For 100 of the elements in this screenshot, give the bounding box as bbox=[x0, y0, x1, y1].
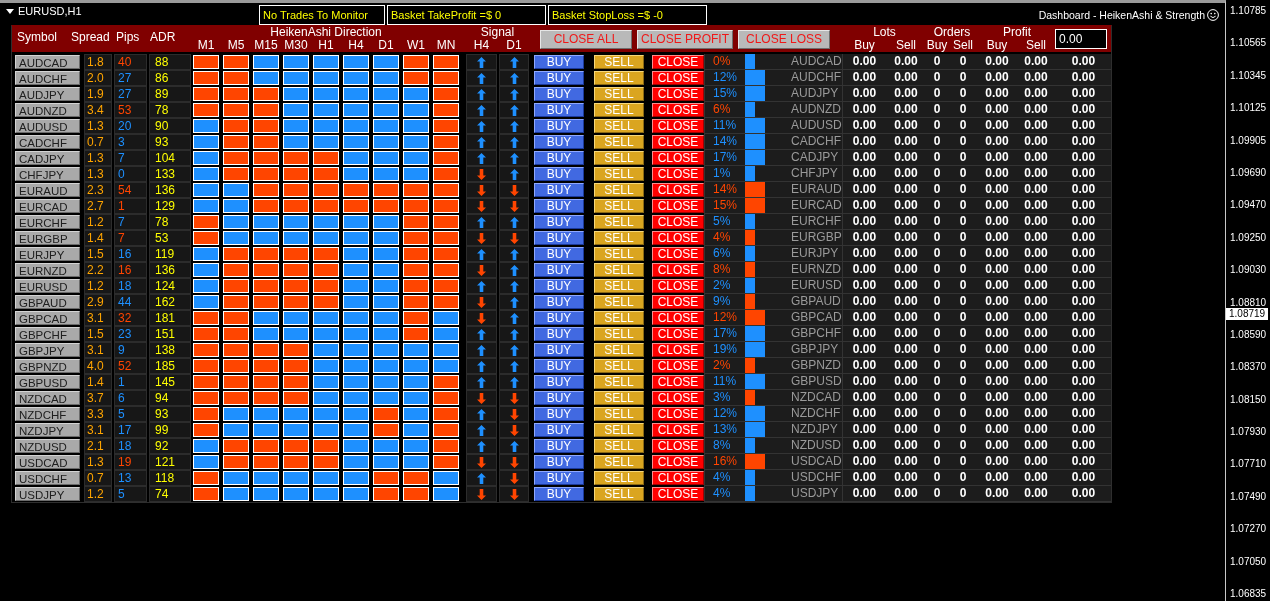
sell-button[interactable]: SELL bbox=[594, 391, 644, 405]
close-button[interactable]: CLOSE bbox=[652, 263, 704, 277]
sell-button[interactable]: SELL bbox=[594, 119, 644, 133]
close-button[interactable]: CLOSE bbox=[652, 103, 704, 117]
symbol-button[interactable]: EURGBP bbox=[15, 231, 80, 245]
buy-button[interactable]: BUY bbox=[534, 263, 584, 277]
close-profit-button[interactable]: CLOSE PROFIT bbox=[637, 29, 733, 49]
close-button[interactable]: CLOSE bbox=[652, 487, 704, 501]
close-button[interactable]: CLOSE bbox=[652, 215, 704, 229]
buy-button[interactable]: BUY bbox=[534, 343, 584, 357]
sell-button[interactable]: SELL bbox=[594, 55, 644, 69]
close-button[interactable]: CLOSE bbox=[652, 359, 704, 373]
close-button[interactable]: CLOSE bbox=[652, 199, 704, 213]
buy-button[interactable]: BUY bbox=[534, 135, 584, 149]
symbol-button[interactable]: AUDNZD bbox=[15, 103, 80, 117]
close-button[interactable]: CLOSE bbox=[652, 455, 704, 469]
sell-button[interactable]: SELL bbox=[594, 407, 644, 421]
close-loss-button[interactable]: CLOSE LOSS bbox=[738, 29, 830, 49]
close-button[interactable]: CLOSE bbox=[652, 391, 704, 405]
symbol-button[interactable]: EURUSD bbox=[15, 279, 80, 293]
symbol-button[interactable]: USDJPY bbox=[15, 487, 80, 501]
close-button[interactable]: CLOSE bbox=[652, 407, 704, 421]
sell-button[interactable]: SELL bbox=[594, 135, 644, 149]
sell-button[interactable]: SELL bbox=[594, 247, 644, 261]
buy-button[interactable]: BUY bbox=[534, 359, 584, 373]
symbol-button[interactable]: USDCHF bbox=[15, 471, 80, 485]
sell-button[interactable]: SELL bbox=[594, 487, 644, 501]
symbol-button[interactable]: EURCHF bbox=[15, 215, 80, 229]
sell-button[interactable]: SELL bbox=[594, 359, 644, 373]
buy-button[interactable]: BUY bbox=[534, 87, 584, 101]
buy-button[interactable]: BUY bbox=[534, 279, 584, 293]
buy-button[interactable]: BUY bbox=[534, 311, 584, 325]
buy-button[interactable]: BUY bbox=[534, 487, 584, 501]
symbol-button[interactable]: CADCHF bbox=[15, 135, 80, 149]
sell-button[interactable]: SELL bbox=[594, 215, 644, 229]
close-button[interactable]: CLOSE bbox=[652, 135, 704, 149]
close-all-button[interactable]: CLOSE ALL bbox=[540, 29, 632, 49]
buy-button[interactable]: BUY bbox=[534, 455, 584, 469]
symbol-button[interactable]: AUDJPY bbox=[15, 87, 80, 101]
sell-button[interactable]: SELL bbox=[594, 295, 644, 309]
symbol-button[interactable]: CADJPY bbox=[15, 151, 80, 165]
close-button[interactable]: CLOSE bbox=[652, 295, 704, 309]
symbol-button[interactable]: GBPCAD bbox=[15, 311, 80, 325]
close-button[interactable]: CLOSE bbox=[652, 87, 704, 101]
close-button[interactable]: CLOSE bbox=[652, 151, 704, 165]
buy-button[interactable]: BUY bbox=[534, 151, 584, 165]
sell-button[interactable]: SELL bbox=[594, 71, 644, 85]
close-button[interactable]: CLOSE bbox=[652, 119, 704, 133]
symbol-button[interactable]: AUDCAD bbox=[15, 55, 80, 69]
buy-button[interactable]: BUY bbox=[534, 55, 584, 69]
symbol-button[interactable]: EURNZD bbox=[15, 263, 80, 277]
close-button[interactable]: CLOSE bbox=[652, 439, 704, 453]
buy-button[interactable]: BUY bbox=[534, 103, 584, 117]
close-button[interactable]: CLOSE bbox=[652, 55, 704, 69]
sell-button[interactable]: SELL bbox=[594, 311, 644, 325]
buy-button[interactable]: BUY bbox=[534, 247, 584, 261]
close-button[interactable]: CLOSE bbox=[652, 343, 704, 357]
symbol-button[interactable]: NZDUSD bbox=[15, 439, 80, 453]
close-button[interactable]: CLOSE bbox=[652, 247, 704, 261]
sell-button[interactable]: SELL bbox=[594, 263, 644, 277]
buy-button[interactable]: BUY bbox=[534, 167, 584, 181]
close-button[interactable]: CLOSE bbox=[652, 279, 704, 293]
sell-button[interactable]: SELL bbox=[594, 455, 644, 469]
symbol-button[interactable]: GBPUSD bbox=[15, 375, 80, 389]
symbol-button[interactable]: NZDCHF bbox=[15, 407, 80, 421]
buy-button[interactable]: BUY bbox=[534, 407, 584, 421]
sell-button[interactable]: SELL bbox=[594, 471, 644, 485]
symbol-button[interactable]: EURCAD bbox=[15, 199, 80, 213]
close-button[interactable]: CLOSE bbox=[652, 423, 704, 437]
close-button[interactable]: CLOSE bbox=[652, 183, 704, 197]
sell-button[interactable]: SELL bbox=[594, 375, 644, 389]
buy-button[interactable]: BUY bbox=[534, 295, 584, 309]
close-button[interactable]: CLOSE bbox=[652, 167, 704, 181]
caret-icon[interactable] bbox=[6, 8, 14, 14]
sell-button[interactable]: SELL bbox=[594, 183, 644, 197]
sell-button[interactable]: SELL bbox=[594, 439, 644, 453]
symbol-button[interactable]: NZDCAD bbox=[15, 391, 80, 405]
sell-button[interactable]: SELL bbox=[594, 327, 644, 341]
sell-button[interactable]: SELL bbox=[594, 343, 644, 357]
sell-button[interactable]: SELL bbox=[594, 279, 644, 293]
symbol-button[interactable]: AUDUSD bbox=[15, 119, 80, 133]
close-button[interactable]: CLOSE bbox=[652, 311, 704, 325]
value-input[interactable]: 0.00 bbox=[1055, 29, 1107, 49]
sell-button[interactable]: SELL bbox=[594, 87, 644, 101]
symbol-button[interactable]: EURJPY bbox=[15, 247, 80, 261]
buy-button[interactable]: BUY bbox=[534, 471, 584, 485]
buy-button[interactable]: BUY bbox=[534, 375, 584, 389]
buy-button[interactable]: BUY bbox=[534, 215, 584, 229]
buy-button[interactable]: BUY bbox=[534, 327, 584, 341]
buy-button[interactable]: BUY bbox=[534, 199, 584, 213]
buy-button[interactable]: BUY bbox=[534, 439, 584, 453]
sell-button[interactable]: SELL bbox=[594, 103, 644, 117]
buy-button[interactable]: BUY bbox=[534, 231, 584, 245]
symbol-button[interactable]: USDCAD bbox=[15, 455, 80, 469]
symbol-button[interactable]: CHFJPY bbox=[15, 167, 80, 181]
symbol-button[interactable]: GBPJPY bbox=[15, 343, 80, 357]
sell-button[interactable]: SELL bbox=[594, 167, 644, 181]
buy-button[interactable]: BUY bbox=[534, 71, 584, 85]
close-button[interactable]: CLOSE bbox=[652, 71, 704, 85]
close-button[interactable]: CLOSE bbox=[652, 231, 704, 245]
